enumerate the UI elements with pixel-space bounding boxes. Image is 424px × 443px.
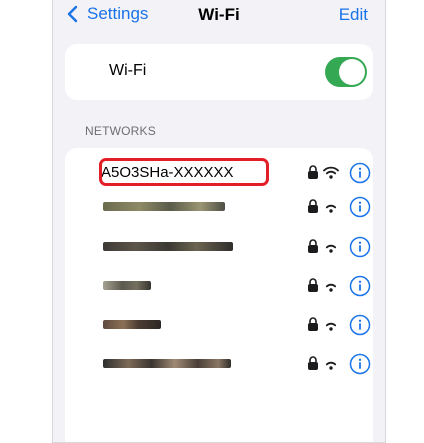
obscured-network-name [103,202,225,211]
obscured-network-name [103,320,161,329]
wifi-signal-icon [325,204,337,213]
wifi-toggle-label: Wi-Fi [109,62,147,79]
network-name: A5O3SHa-XXXXXX [101,164,234,181]
network-row[interactable] [65,308,373,342]
wifi-toggle[interactable] [325,57,367,87]
lock-icon [308,239,318,253]
networks-section-header: NETWORKS [85,124,156,138]
info-icon[interactable] [349,236,371,258]
network-row[interactable]: A5O3SHa-XXXXXX [65,156,373,190]
info-icon[interactable] [349,162,371,184]
page-title: Wi-Fi [198,5,240,24]
network-row[interactable] [65,190,373,224]
info-icon[interactable] [349,275,371,297]
lock-icon [308,356,318,370]
obscured-network-name [103,242,233,251]
network-row[interactable] [65,230,373,264]
edit-button[interactable]: Edit [339,5,368,25]
info-icon[interactable] [349,314,371,336]
lock-icon [308,278,318,292]
lock-icon [308,199,318,213]
settings-screen: Settings Wi-Fi Edit Wi-Fi NETWORKS A5O3S… [52,0,386,443]
info-icon[interactable] [349,353,371,375]
wifi-signal-icon [325,283,337,292]
lock-icon [308,165,318,179]
wifi-signal-icon [325,244,337,253]
wifi-toggle-row: Wi-Fi [65,44,373,100]
wifi-signal-icon [325,361,337,370]
navigation-bar: Settings Wi-Fi Edit [53,0,385,38]
networks-list: A5O3SHa-XXXXXX [65,148,373,442]
wifi-signal-icon [323,166,339,179]
wifi-signal-icon [325,322,337,331]
network-row[interactable] [65,269,373,303]
obscured-network-name [103,281,151,290]
lock-icon [308,317,318,331]
network-row[interactable] [65,347,373,381]
info-icon[interactable] [349,196,371,218]
obscured-network-name [103,359,231,368]
toggle-knob [339,59,365,85]
